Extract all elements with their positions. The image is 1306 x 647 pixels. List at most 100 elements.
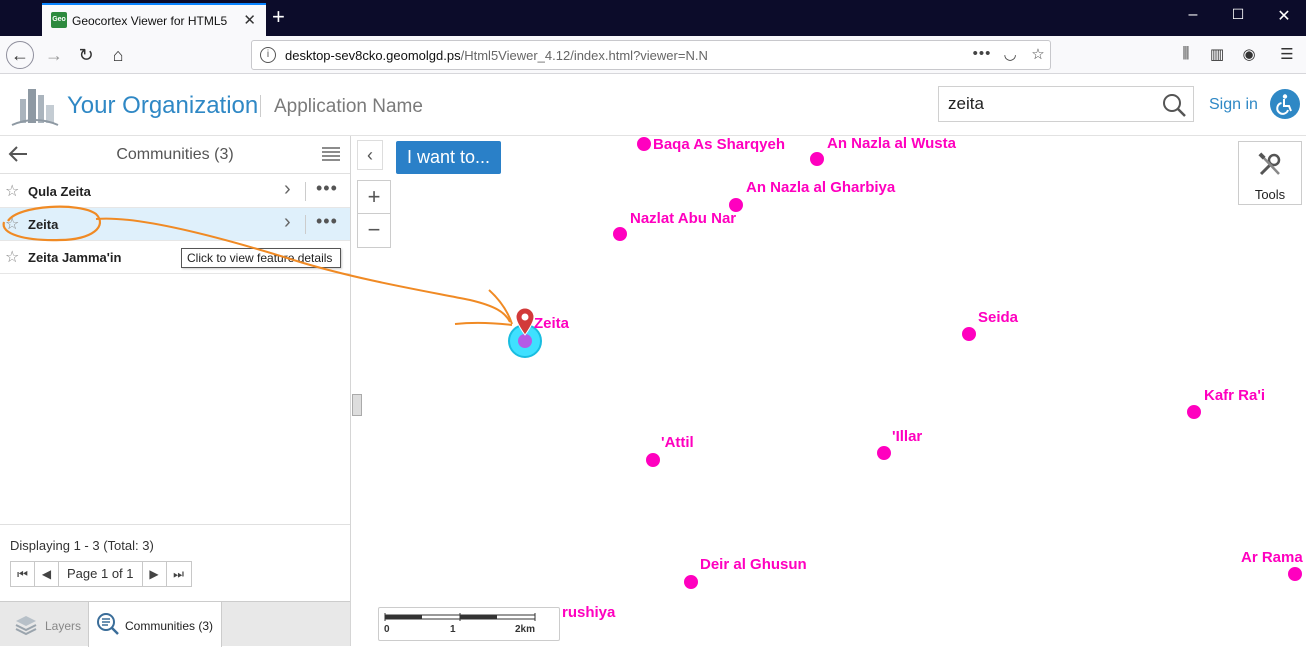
more-options-icon[interactable]: ••• (316, 178, 338, 199)
url-path: /Html5Viewer_4.12/index.html?viewer=N.N (460, 48, 708, 63)
collapse-panel-icon[interactable]: ‹ (357, 140, 383, 170)
window-close-icon[interactable]: ✕ (1272, 6, 1296, 26)
zoom-in-icon[interactable]: + (358, 181, 390, 214)
layers-icon (15, 616, 37, 636)
map-view[interactable]: ‹ I want to... + − Tools Baqa As Sharqye… (352, 136, 1306, 646)
org-name[interactable]: Your Organization (67, 92, 258, 120)
next-page-icon[interactable]: ▶ (143, 562, 167, 586)
url-host: desktop-sev8cko.geomolgd.ps (285, 48, 461, 63)
place-label: An Nazla al Gharbiya (746, 179, 896, 196)
list-item-label: Zeita Jamma'in (28, 250, 122, 265)
place-dot (876, 445, 892, 461)
tools-icon (1258, 152, 1281, 176)
place-label: Kafr Ra'i (1204, 387, 1266, 404)
menu-icon[interactable]: ☰ (1276, 45, 1298, 63)
results-search-icon (97, 613, 119, 635)
scale-tick-label: 1 (450, 624, 456, 635)
zoom-out-icon[interactable]: − (358, 214, 390, 247)
tab-communities[interactable]: Communities (3) (88, 602, 222, 647)
scale-tick-label: 0 (384, 624, 390, 635)
panel-header: Communities (3) (0, 136, 350, 174)
building-logo-icon (11, 89, 59, 126)
favorite-star-icon[interactable]: ☆ (5, 247, 19, 267)
prev-page-icon[interactable]: ◀ (35, 562, 59, 586)
search-icon[interactable] (1161, 92, 1187, 118)
place-dot (961, 326, 977, 342)
favorite-star-icon[interactable]: ☆ (5, 181, 19, 201)
chevron-right-icon[interactable]: › (284, 178, 291, 201)
page-label: Page 1 of 1 (59, 562, 143, 586)
tools-button[interactable]: Tools (1238, 141, 1302, 205)
place-label: Baqa As Sharqyeh (653, 136, 785, 153)
tab-layers[interactable]: Layers (0, 602, 87, 647)
place-dot (683, 574, 699, 590)
highlight-dot (518, 334, 532, 348)
site-info-icon[interactable]: i (260, 47, 276, 63)
app-name: Application Name (274, 96, 423, 117)
list-item[interactable]: ☆ Qula Zeita › ••• (0, 175, 350, 208)
place-label: An Nazla al Wusta (827, 136, 956, 152)
scale-bar: 0 1 2km (378, 607, 560, 641)
item-separator (305, 182, 306, 201)
place-dot (1186, 404, 1202, 420)
i-want-to-button[interactable]: I want to... (396, 141, 502, 174)
sign-in-link[interactable]: Sign in (1209, 96, 1258, 114)
selected-place-label: Zeita (534, 315, 570, 332)
account-icon[interactable]: ◉ (1238, 45, 1260, 63)
accessibility-button[interactable] (1270, 89, 1300, 119)
favicon-icon: Geo (51, 12, 67, 28)
browser-tab[interactable]: Geo Geocortex Viewer for HTML5 ✕ (42, 3, 266, 36)
home-icon[interactable]: ⌂ (104, 41, 132, 69)
place-dot (1287, 566, 1303, 582)
browser-nav-bar: ← → ↻ ⌂ i desktop-sev8cko.geomolgd.ps/Ht… (0, 36, 1306, 74)
new-tab-icon[interactable]: + (272, 4, 285, 30)
tab-communities-label: Communities (3) (125, 619, 214, 633)
list-item-selected[interactable]: ☆ Zeita › ••• (0, 208, 350, 241)
location-pin-icon (515, 308, 535, 336)
last-page-icon[interactable]: ⏭ (167, 562, 191, 586)
first-page-icon[interactable]: ⏮ (11, 562, 35, 586)
tooltip: Click to view feature details (181, 248, 341, 268)
url-bar[interactable]: i desktop-sev8cko.geomolgd.ps/Html5Viewe… (251, 40, 1051, 70)
pager: ⏮ ◀ Page 1 of 1 ▶ ⏭ (10, 561, 192, 587)
tab-layers-label: Layers (45, 619, 82, 633)
panel-footer: Displaying 1 - 3 (Total: 3) ⏮ ◀ Page 1 o… (0, 524, 350, 601)
place-label: 'Attil (661, 434, 694, 451)
search-input[interactable] (939, 87, 1149, 121)
tab-close-icon[interactable]: ✕ (243, 11, 256, 29)
tab-title: Geocortex Viewer for HTML5 (72, 14, 228, 28)
url-text: desktop-sev8cko.geomolgd.ps/Html5Viewer_… (285, 48, 708, 63)
place-label: rushiya (562, 604, 616, 621)
favorite-star-icon[interactable]: ☆ (5, 214, 19, 234)
display-count: Displaying 1 - 3 (Total: 3) (10, 538, 154, 553)
minimize-icon[interactable]: – (1181, 6, 1205, 24)
place-label: 'Illar (892, 428, 923, 445)
place-dot (636, 136, 652, 152)
pocket-icon[interactable]: ◡ (1000, 45, 1020, 63)
panel-title: Communities (3) (116, 146, 234, 163)
results-panel: Communities (3) ☆ Qula Zeita › ••• ☆ Zei… (0, 136, 351, 647)
place-label: Nazlat Abu Nar (630, 210, 737, 227)
search-box (938, 86, 1194, 122)
scale-tick-label: 2km (515, 624, 536, 635)
reload-icon[interactable]: ↻ (72, 41, 100, 69)
back-icon[interactable]: ← (6, 41, 34, 69)
page-actions-icon[interactable]: ••• (972, 45, 992, 62)
chevron-right-icon[interactable]: › (284, 211, 291, 234)
list-menu-icon[interactable] (322, 146, 340, 162)
library-icon[interactable]: ⫼ (1175, 45, 1197, 62)
header-divider (260, 95, 261, 117)
bookmark-star-icon[interactable]: ☆ (1028, 45, 1048, 63)
place-label: Seida (978, 309, 1019, 326)
maximize-icon[interactable]: ☐ (1226, 6, 1250, 23)
panel-splitter-handle[interactable] (352, 394, 362, 416)
sidebar-icon[interactable]: ▥ (1206, 45, 1228, 63)
wheelchair-icon (1276, 94, 1292, 115)
item-separator (305, 215, 306, 234)
place-label: Deir al Ghusun (700, 556, 807, 573)
place-dot (612, 226, 628, 242)
forward-icon[interactable]: → (40, 41, 68, 69)
panel-tabs: Layers Communities (3) (0, 601, 350, 647)
more-options-icon[interactable]: ••• (316, 211, 338, 232)
app-header: Your Organization Application Name Sign … (0, 75, 1306, 136)
